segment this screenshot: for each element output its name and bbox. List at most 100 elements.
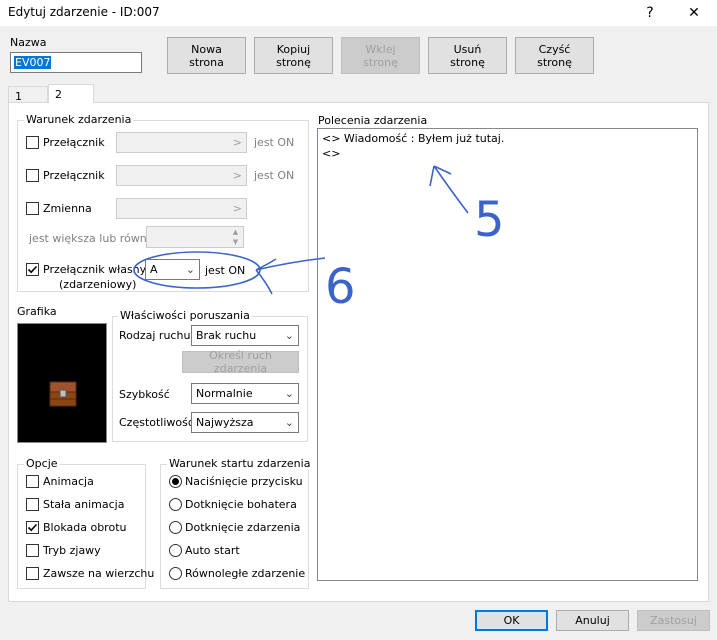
- stepping-label: Stała animacja: [43, 498, 125, 511]
- direction-fix-checkbox[interactable]: [26, 521, 39, 534]
- animation-label: Animacja: [43, 475, 94, 488]
- name-input[interactable]: EV007: [10, 52, 142, 73]
- variable-select[interactable]: >: [116, 198, 247, 219]
- through-label: Tryb zjawy: [43, 544, 101, 557]
- tab-page-2-label: 2: [55, 88, 62, 101]
- switch1-select[interactable]: >: [116, 132, 247, 153]
- clear-page-button[interactable]: Czyść stronę: [515, 37, 594, 74]
- stepper-arrows-icon[interactable]: ▲ ▼: [228, 227, 243, 247]
- name-label: Nazwa: [10, 36, 47, 49]
- switch2-select[interactable]: >: [116, 165, 247, 186]
- switch1-suffix: jest ON: [254, 136, 295, 149]
- move-type-label: Rodzaj ruchu: [119, 329, 191, 342]
- clear-page-label-1: Czyść: [538, 42, 571, 56]
- through-checkbox[interactable]: [26, 544, 39, 557]
- self-switch-label-2: (zdarzeniowy): [59, 278, 137, 291]
- variable-label: Zmienna: [43, 202, 92, 215]
- compare-label: jest większa lub równa: [29, 232, 154, 245]
- paste-page-label-2: stronę: [363, 55, 398, 69]
- switch2-label: Przełącznik: [43, 169, 105, 182]
- trigger-action-label: Naciśnięcie przycisku: [185, 475, 303, 488]
- trigger-autorun-label: Auto start: [185, 544, 240, 557]
- animation-checkbox[interactable]: [26, 475, 39, 488]
- stepping-checkbox[interactable]: [26, 498, 39, 511]
- trigger-parallel-label: Równoległe zdarzenie: [185, 567, 306, 580]
- trigger-autorun-radio[interactable]: [169, 544, 182, 557]
- move-route-button[interactable]: Określ ruch zdarzenia: [182, 349, 299, 375]
- tab-page-2[interactable]: 2: [48, 84, 94, 103]
- ok-button[interactable]: OK: [475, 610, 548, 631]
- clear-page-label-2: stronę: [537, 55, 572, 69]
- new-page-label-2: strona: [189, 55, 224, 69]
- copy-page-button[interactable]: Kopiuj stronę: [254, 37, 333, 74]
- trigger-player-touch-radio[interactable]: [169, 498, 182, 511]
- switch1-label: Przełącznik: [43, 136, 105, 149]
- move-type-select[interactable]: Brak ruchu ⌄: [191, 325, 299, 346]
- new-page-label-1: Nowa: [191, 42, 222, 56]
- always-on-top-checkbox[interactable]: [26, 567, 39, 580]
- speed-label: Szybkość: [119, 388, 170, 401]
- annotation-number-6: 6: [325, 259, 356, 315]
- tab-page-1-label: 1: [15, 90, 22, 103]
- switch2-checkbox[interactable]: [26, 169, 39, 182]
- graphic-preview[interactable]: [17, 323, 107, 443]
- name-value: EV007: [14, 56, 52, 69]
- delete-page-label-2: stronę: [450, 55, 485, 69]
- chevron-right-icon: >: [232, 136, 242, 149]
- self-switch-checkbox[interactable]: [26, 263, 39, 276]
- radio-dot: [172, 478, 179, 485]
- switch1-checkbox[interactable]: [26, 136, 39, 149]
- tab-page-1[interactable]: 1: [8, 86, 48, 103]
- checkmark-icon: [27, 265, 38, 274]
- chevron-down-icon: ⌄: [284, 416, 294, 429]
- copy-page-label-2: stronę: [276, 55, 311, 69]
- self-switch-label: Przełącznik własny: [43, 263, 147, 276]
- trigger-event-touch-radio[interactable]: [169, 521, 182, 534]
- command-line[interactable]: <>: [322, 147, 340, 160]
- chevron-right-icon: >: [232, 169, 242, 182]
- variable-checkbox[interactable]: [26, 202, 39, 215]
- trigger-action-radio[interactable]: [169, 475, 182, 488]
- chevron-down-icon: ⌄: [284, 387, 294, 400]
- speed-select[interactable]: Normalnie ⌄: [191, 383, 299, 404]
- self-switch-select[interactable]: A ⌄: [145, 259, 200, 280]
- treasure-chest-icon: [49, 381, 77, 407]
- delete-page-label-1: Usuń: [453, 42, 482, 56]
- switch2-suffix: jest ON: [254, 169, 295, 182]
- direction-fix-label: Blokada obrotu: [43, 521, 127, 534]
- chevron-down-icon: ⌄: [185, 263, 195, 276]
- help-button[interactable]: ?: [628, 0, 672, 26]
- self-switch-value: A: [150, 263, 158, 276]
- checkmark-icon: [27, 523, 38, 532]
- graphic-label: Grafika: [17, 305, 57, 318]
- commands-title: Polecenia zdarzenia: [318, 114, 428, 127]
- command-line[interactable]: <> Wiadomość : Byłem już tutaj.: [322, 132, 504, 145]
- conditions-title: Warunek zdarzenia: [24, 113, 134, 126]
- trigger-event-touch-label: Dotknięcie zdarzenia: [185, 521, 301, 534]
- trigger-title: Warunek startu zdarzenia: [167, 457, 313, 470]
- self-switch-suffix: jest ON: [205, 264, 246, 277]
- commands-list[interactable]: <> Wiadomość : Byłem już tutaj. <>: [317, 128, 698, 581]
- freq-select[interactable]: Najwyższa ⌄: [191, 412, 299, 433]
- annotation-number-5: 5: [474, 192, 505, 248]
- freq-value: Najwyższa: [196, 416, 254, 429]
- speed-value: Normalnie: [196, 387, 253, 400]
- chevron-down-icon: ⌄: [284, 329, 294, 342]
- close-button[interactable]: ✕: [672, 0, 716, 26]
- freq-label: Częstotliwość: [119, 416, 194, 429]
- cancel-button[interactable]: Anuluj: [556, 610, 629, 631]
- options-title: Opcje: [24, 457, 60, 470]
- always-on-top-label: Zawsze na wierzchu: [43, 567, 155, 580]
- move-type-value: Brak ruchu: [196, 329, 257, 342]
- paste-page-label-1: Wklej: [365, 42, 396, 56]
- trigger-parallel-radio[interactable]: [169, 567, 182, 580]
- apply-button[interactable]: Zastosuj: [637, 610, 710, 631]
- window-title: Edytuj zdarzenie - ID:007: [8, 5, 160, 19]
- chevron-right-icon: >: [232, 202, 242, 215]
- new-page-button[interactable]: Nowa strona: [167, 37, 246, 74]
- delete-page-button[interactable]: Usuń stronę: [428, 37, 507, 74]
- trigger-player-touch-label: Dotknięcie bohatera: [185, 498, 297, 511]
- paste-page-button[interactable]: Wklej stronę: [341, 37, 420, 74]
- movement-title: Właściwości poruszania: [118, 309, 252, 322]
- copy-page-label-1: Kopiuj: [276, 42, 311, 56]
